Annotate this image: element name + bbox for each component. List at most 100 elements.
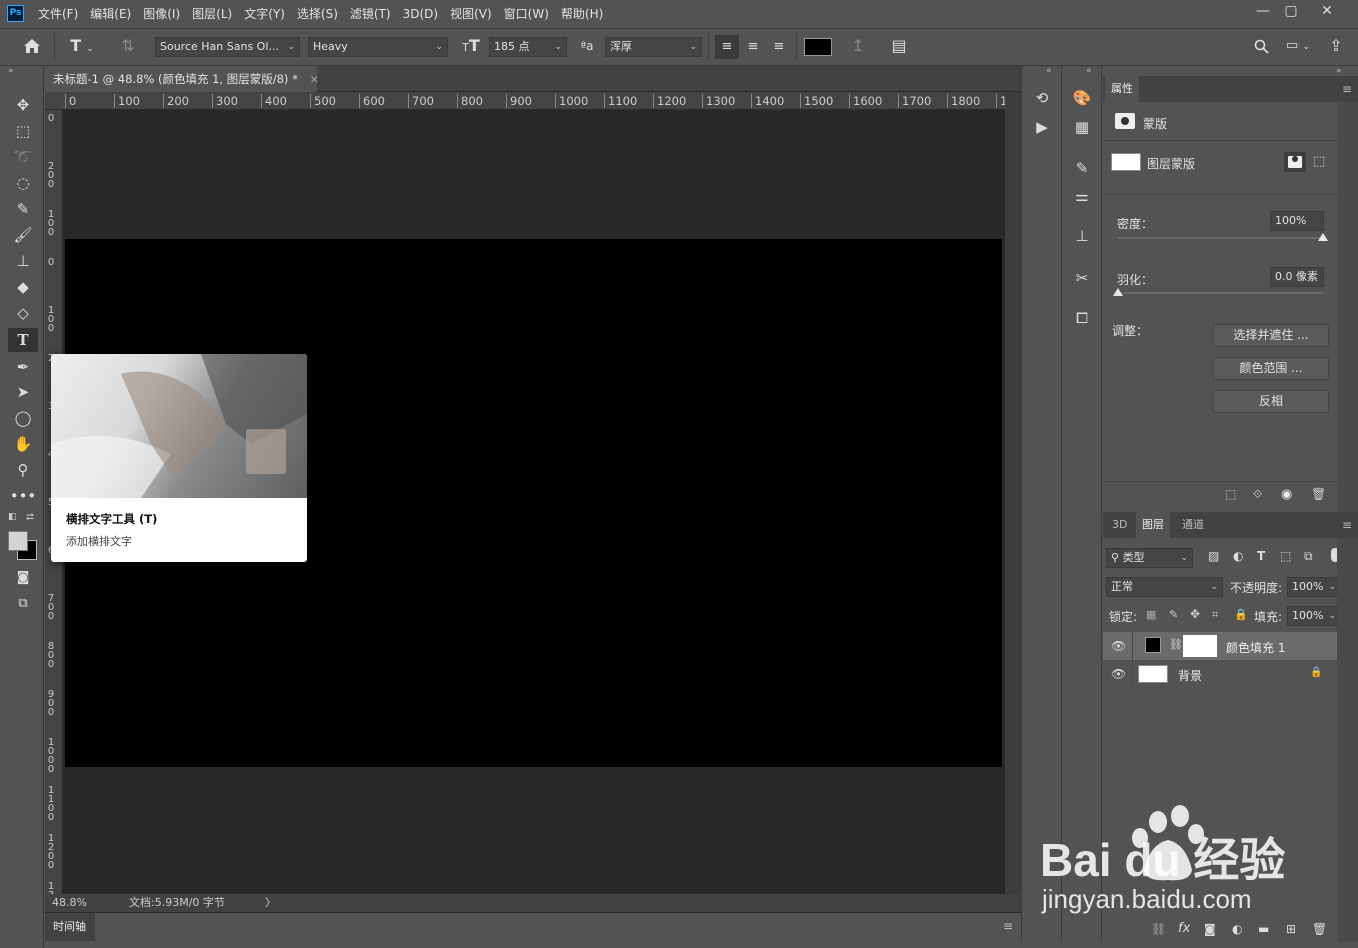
feather-slider-thumb[interactable] [1113, 288, 1123, 296]
delete-layer-icon[interactable]: 🗑 [1312, 922, 1327, 936]
delete-mask-icon[interactable]: 🗑 [1311, 487, 1326, 501]
search-icon[interactable] [1250, 34, 1272, 61]
vertical-scrollbar[interactable] [1005, 92, 1021, 894]
font-size-select[interactable]: 185 点 ⌄ [489, 37, 567, 57]
timeline-tab[interactable]: 时间轴 [45, 913, 95, 941]
document-tab[interactable]: 未标题-1 @ 48.8% (颜色填充 1, 图层蒙版/8) * × [45, 66, 319, 92]
invert-button[interactable]: 反相 [1213, 390, 1329, 413]
vector-mask-icon[interactable]: ⬚ [1313, 154, 1325, 169]
tab-channels[interactable]: 通道 [1176, 512, 1210, 538]
status-menu-arrow[interactable]: 〉 [265, 894, 276, 912]
menu-edit[interactable]: 编辑(E) [84, 0, 137, 28]
menu-type[interactable]: 文字(Y) [238, 0, 291, 28]
photoshop-logo[interactable]: Ps [7, 5, 24, 22]
maximize-button[interactable]: ▢ [1274, 0, 1308, 22]
stamp-tool-icon[interactable]: ⊥ [8, 249, 38, 273]
filter-type-icon[interactable]: T [1257, 549, 1265, 563]
zoom-tool-icon[interactable]: ⚲ [8, 458, 38, 482]
workspace-icon[interactable]: ▭ ⌄ [1278, 34, 1318, 59]
quick-select-tool-icon[interactable]: ◌ [8, 171, 38, 195]
lock-all-icon[interactable]: 🔒 [1234, 608, 1248, 621]
menu-view[interactable]: 视图(V) [444, 0, 498, 28]
swap-colors-icon[interactable]: ⮂ [26, 512, 34, 523]
layer-mask-thumbnail[interactable] [1183, 635, 1217, 657]
load-selection-icon[interactable]: ⬚ [1225, 487, 1236, 501]
menu-layer[interactable]: 图层(L) [186, 0, 238, 28]
warp-text-icon[interactable]: ↥ [846, 34, 870, 58]
density-input[interactable]: 100% [1270, 211, 1324, 231]
fill-input[interactable]: 100% ⌄ [1287, 606, 1341, 626]
type-tool-icon[interactable]: T [8, 328, 38, 352]
close-tab-icon[interactable]: × [309, 72, 319, 86]
history-icon[interactable]: ⟲ [1028, 86, 1056, 110]
share-icon[interactable]: ⇪ [1324, 34, 1348, 58]
text-color-swatch[interactable] [804, 38, 832, 56]
marquee-tool-icon[interactable]: ⬚ [8, 119, 38, 143]
collapse-arrows-icon[interactable]: « [1046, 66, 1052, 76]
filter-smart-object-icon[interactable]: ⧉ [1304, 549, 1313, 564]
blend-mode-select[interactable]: 正常 ⌄ [1106, 577, 1223, 597]
eyedropper-tool-icon[interactable]: ✎ [8, 197, 38, 221]
add-mask-icon[interactable]: ◙ [1204, 922, 1216, 936]
swatches-grid-icon[interactable]: ▦ [1068, 115, 1096, 139]
align-center-icon[interactable]: ≡ [741, 35, 765, 59]
adjustment-layer-icon[interactable]: ◐ [1232, 922, 1242, 936]
feather-slider[interactable] [1118, 292, 1323, 294]
filter-pixel-icon[interactable]: ▨ [1208, 549, 1219, 563]
move-tool-icon[interactable]: ✥ [8, 93, 38, 117]
quick-mask-icon[interactable]: ◙ [8, 566, 38, 590]
menu-help[interactable]: 帮助(H) [555, 0, 609, 28]
brush-settings-icon[interactable]: ✎ [1068, 156, 1096, 180]
tab-3d[interactable]: 3D [1106, 512, 1133, 538]
character-panel-icon[interactable]: ▤ [886, 34, 912, 58]
collapse-arrows-icon[interactable]: » [1336, 66, 1342, 76]
lock-pixels-icon[interactable]: ✎ [1169, 608, 1178, 621]
opacity-input[interactable]: 100% ⌄ [1287, 577, 1341, 597]
select-and-mask-button[interactable]: 选择并遮住 ... [1213, 324, 1329, 347]
zoom-level[interactable]: 48.8% [52, 894, 87, 912]
menu-filter[interactable]: 滤镜(T) [344, 0, 397, 28]
apply-mask-icon[interactable]: ⟐ [1253, 487, 1262, 502]
align-right-icon[interactable]: ≡ [767, 35, 791, 59]
density-slider[interactable] [1118, 237, 1323, 239]
fx-icon[interactable]: fx [1178, 921, 1190, 936]
align-left-icon[interactable]: ≡ [715, 35, 739, 59]
menu-window[interactable]: 窗口(W) [498, 0, 555, 28]
visibility-eye-icon[interactable]: 👁 [1111, 667, 1126, 681]
lock-artboard-icon[interactable]: ⌗ [1212, 608, 1218, 622]
link-layers-icon[interactable]: ⛓ [1151, 922, 1166, 936]
layers-scrollbar[interactable] [1337, 538, 1358, 942]
pixel-mask-button[interactable] [1284, 152, 1306, 172]
more-tools-icon[interactable]: ••• [8, 484, 38, 508]
hand-tool-icon[interactable]: ✋ [8, 432, 38, 456]
tab-properties[interactable]: 属性 [1105, 76, 1139, 102]
menu-3d[interactable]: 3D(D) [397, 0, 444, 28]
eraser-tool-icon[interactable]: ◆ [8, 275, 38, 299]
new-layer-icon[interactable]: ⊞ [1286, 922, 1296, 936]
filter-adjustment-icon[interactable]: ◐ [1233, 549, 1243, 563]
properties-scrollbar[interactable] [1337, 102, 1358, 512]
lock-transparent-icon[interactable]: ▦ [1146, 608, 1156, 621]
home-icon[interactable] [18, 34, 46, 61]
ellipse-tool-icon[interactable]: ◯ [8, 406, 38, 430]
lasso-tool-icon[interactable]: ➰ [8, 145, 38, 169]
panel-menu-icon[interactable]: ≡ [1342, 82, 1352, 96]
layer-row[interactable]: 👁 ⛓ 颜色填充 1 [1103, 632, 1337, 660]
clone-source-icon[interactable]: ⊥ [1068, 224, 1096, 248]
foreground-color-swatch[interactable] [8, 531, 28, 551]
collapse-arrows-icon[interactable]: « [1086, 66, 1092, 76]
panel-menu-icon[interactable]: ≡ [1342, 518, 1352, 532]
actions-play-icon[interactable]: ▶ [1028, 115, 1056, 139]
paint-bucket-tool-icon[interactable]: ◇ [8, 301, 38, 325]
font-family-select[interactable]: Source Han Sans Ol... ⌄ [155, 37, 300, 57]
toggle-orientation-icon[interactable]: ⇅ [116, 34, 140, 58]
link-chain-icon[interactable]: ⛓ [1169, 638, 1183, 651]
filter-shape-icon[interactable]: ⬚ [1280, 549, 1291, 563]
close-button[interactable]: ✕ [1310, 0, 1344, 22]
screen-mode-icon[interactable]: ⧉ [8, 592, 38, 616]
default-colors-icon[interactable]: ◧ [8, 512, 20, 524]
density-slider-thumb[interactable] [1318, 233, 1328, 241]
path-select-tool-icon[interactable]: ➤ [8, 380, 38, 404]
adjustments-icon[interactable]: ⚌ [1068, 184, 1096, 208]
type-tool-preset-icon[interactable]: T ⌄ [62, 34, 102, 61]
